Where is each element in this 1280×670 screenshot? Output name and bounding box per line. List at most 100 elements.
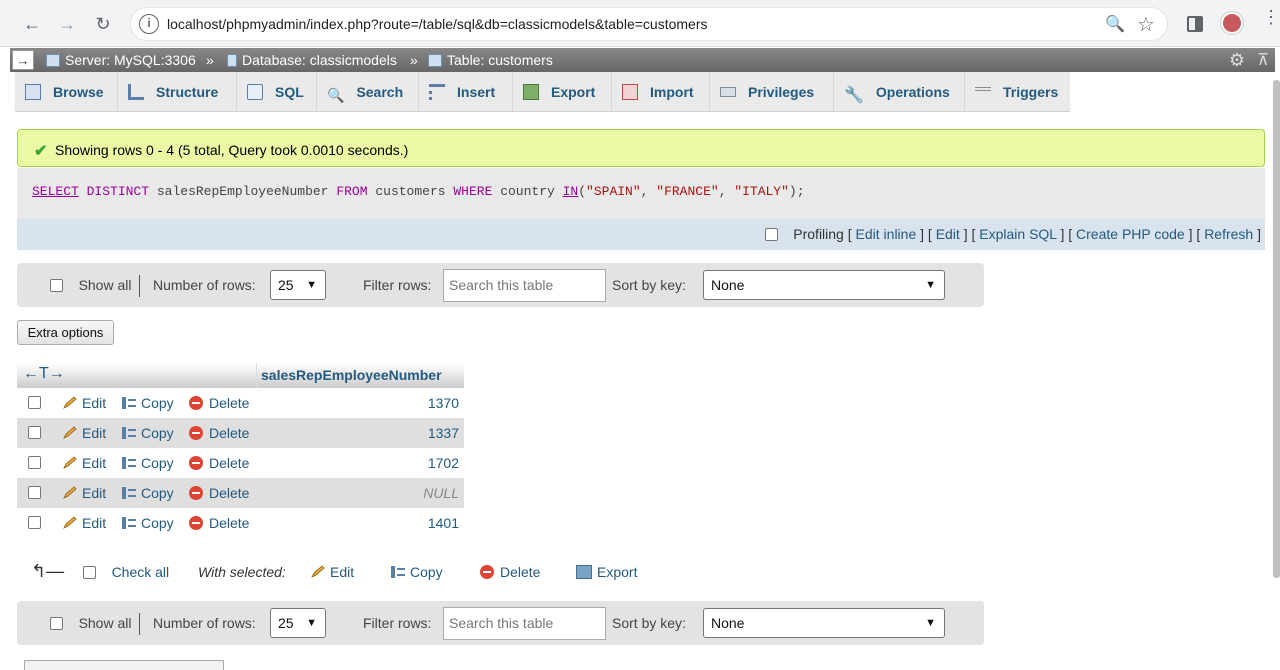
row-delete-button[interactable]: Delete [189,485,249,501]
bulk-export-button[interactable]: Export [576,564,637,580]
row-checkbox[interactable] [28,396,41,409]
site-info-icon[interactable]: i [139,14,159,34]
pencil-icon [311,565,325,578]
cell-salesrep[interactable]: 1401 [428,515,459,531]
forward-icon[interactable]: → [55,12,79,36]
row-checkbox[interactable] [28,426,41,439]
sort-by-key-label: Sort by key: [612,277,686,293]
sql-keyword: IN [562,184,579,199]
tab-triggers[interactable]: Triggers [965,72,1070,112]
row-copy-button[interactable]: Copy [121,395,174,411]
extra-options-button[interactable]: Extra options [17,320,114,345]
collapse-top-icon[interactable]: ⊼ [1257,50,1269,70]
tab-insert[interactable]: Insert [419,72,513,112]
navigation-collapse-icon[interactable]: → [12,50,34,70]
copy-icon [122,397,136,409]
sort-by-key-value: None [711,615,745,631]
cell-salesrep[interactable]: 1370 [428,395,459,411]
browser-menu-icon[interactable]: ⋮ [1262,8,1280,26]
profiling-checkbox[interactable] [764,228,778,241]
row-copy-button[interactable]: Copy [121,455,174,471]
table-header: ←T→ salesRepEmployeeNumber [17,363,464,388]
delete-icon [189,396,203,410]
cell-salesrep[interactable]: 1702 [428,455,459,471]
sort-by-key-select[interactable]: None ▼ [703,608,945,638]
page-scrollbar[interactable] [1273,80,1280,578]
pencil-icon [63,486,77,499]
row-delete-button[interactable]: Delete [189,395,249,411]
column-header-salesrep[interactable]: salesRepEmployeeNumber [256,363,464,388]
row-edit-button[interactable]: Edit [62,515,106,531]
bulk-delete-label: Delete [500,564,541,580]
bulk-edit-button[interactable]: Edit [310,564,354,580]
bottom-console-tab[interactable] [24,660,224,670]
row-copy-button[interactable]: Copy [121,425,174,441]
tab-privileges[interactable]: Privileges [710,72,834,112]
filter-rows-input[interactable]: Search this table [443,269,606,302]
row-delete-button[interactable]: Delete [189,425,249,441]
create-php-code-link[interactable]: Create PHP code [1076,226,1185,242]
filter-rows-input[interactable]: Search this table [443,607,606,640]
bracket: ] [1188,226,1193,242]
reload-icon[interactable]: ↻ [91,12,115,36]
filter-rows-label: Filter rows: [363,277,432,293]
column-resize-arrows[interactable]: ←T→ [23,365,65,383]
copy-icon [122,427,136,439]
edit-inline-link[interactable]: Edit inline [856,226,917,242]
bookmark-star-icon[interactable]: ☆ [1137,12,1155,37]
row-checkbox[interactable] [28,516,41,529]
edit-sql-link[interactable]: Edit [936,226,960,242]
bracket: ] [1257,226,1261,242]
row-delete-button[interactable]: Delete [189,455,249,471]
check-all-checkbox[interactable] [83,566,96,579]
show-all-toggle[interactable]: Show all [50,615,131,631]
show-all-checkbox[interactable] [50,279,63,292]
sort-by-key-select[interactable]: None ▼ [703,270,945,300]
show-all-checkbox[interactable] [50,617,63,630]
sql-punct: ( [578,184,587,199]
row-edit-label: Edit [82,455,107,471]
chevron-down-icon: ▼ [306,279,317,291]
cell-salesrep[interactable]: NULL [423,485,459,501]
bulk-export-label: Export [597,564,638,580]
check-all-label[interactable]: Check all [112,564,170,580]
back-icon[interactable]: ← [20,12,44,36]
breadcrumb-table[interactable]: Table: customers [428,52,553,68]
explain-sql-link[interactable]: Explain SQL [979,226,1056,242]
bracket: [ [971,226,976,242]
show-all-toggle[interactable]: Show all [50,277,131,293]
row-copy-button[interactable]: Copy [121,485,174,501]
refresh-link[interactable]: Refresh [1204,226,1253,242]
row-edit-button[interactable]: Edit [62,485,106,501]
breadcrumb-separator: » [206,52,214,68]
bulk-copy-button[interactable]: Copy [390,564,443,580]
cell-salesrep[interactable]: 1337 [428,425,459,441]
tab-sql[interactable]: SQL [237,72,317,112]
zoom-icon[interactable]: 🔍 [1105,14,1125,34]
address-bar[interactable]: i localhost/phpmyadmin/index.php?route=/… [130,7,1168,41]
row-checkbox[interactable] [28,456,41,469]
tab-export[interactable]: Export [513,72,612,112]
row-edit-button[interactable]: Edit [62,395,106,411]
insert-icon [429,84,445,100]
tab-import[interactable]: Import [612,72,710,112]
row-edit-button[interactable]: Edit [62,455,106,471]
breadcrumb-server[interactable]: Server: MySQL:3306 [46,52,196,68]
tab-structure[interactable]: Structure [118,72,237,112]
row-copy-button[interactable]: Copy [121,515,174,531]
row-delete-button[interactable]: Delete [189,515,249,531]
tab-browse[interactable]: Browse [15,72,118,112]
row-checkbox[interactable] [28,486,41,499]
rows-per-page-select[interactable]: 25 ▼ [270,608,326,638]
side-panel-icon[interactable] [1187,16,1203,32]
bulk-delete-button[interactable]: Delete [480,564,540,580]
row-edit-label: Edit [82,485,107,501]
tab-search[interactable]: 🔍 Search [317,72,419,112]
settings-gear-icon[interactable]: ⚙ [1229,50,1245,71]
tab-operations[interactable]: 🔧 Operations [834,72,965,112]
rows-per-page-select[interactable]: 25 ▼ [270,270,326,300]
row-edit-button[interactable]: Edit [62,425,106,441]
breadcrumb-database[interactable]: Database: classicmodels [227,52,397,68]
profile-avatar[interactable] [1221,12,1243,34]
check-all-toggle[interactable]: Check all [83,564,169,580]
